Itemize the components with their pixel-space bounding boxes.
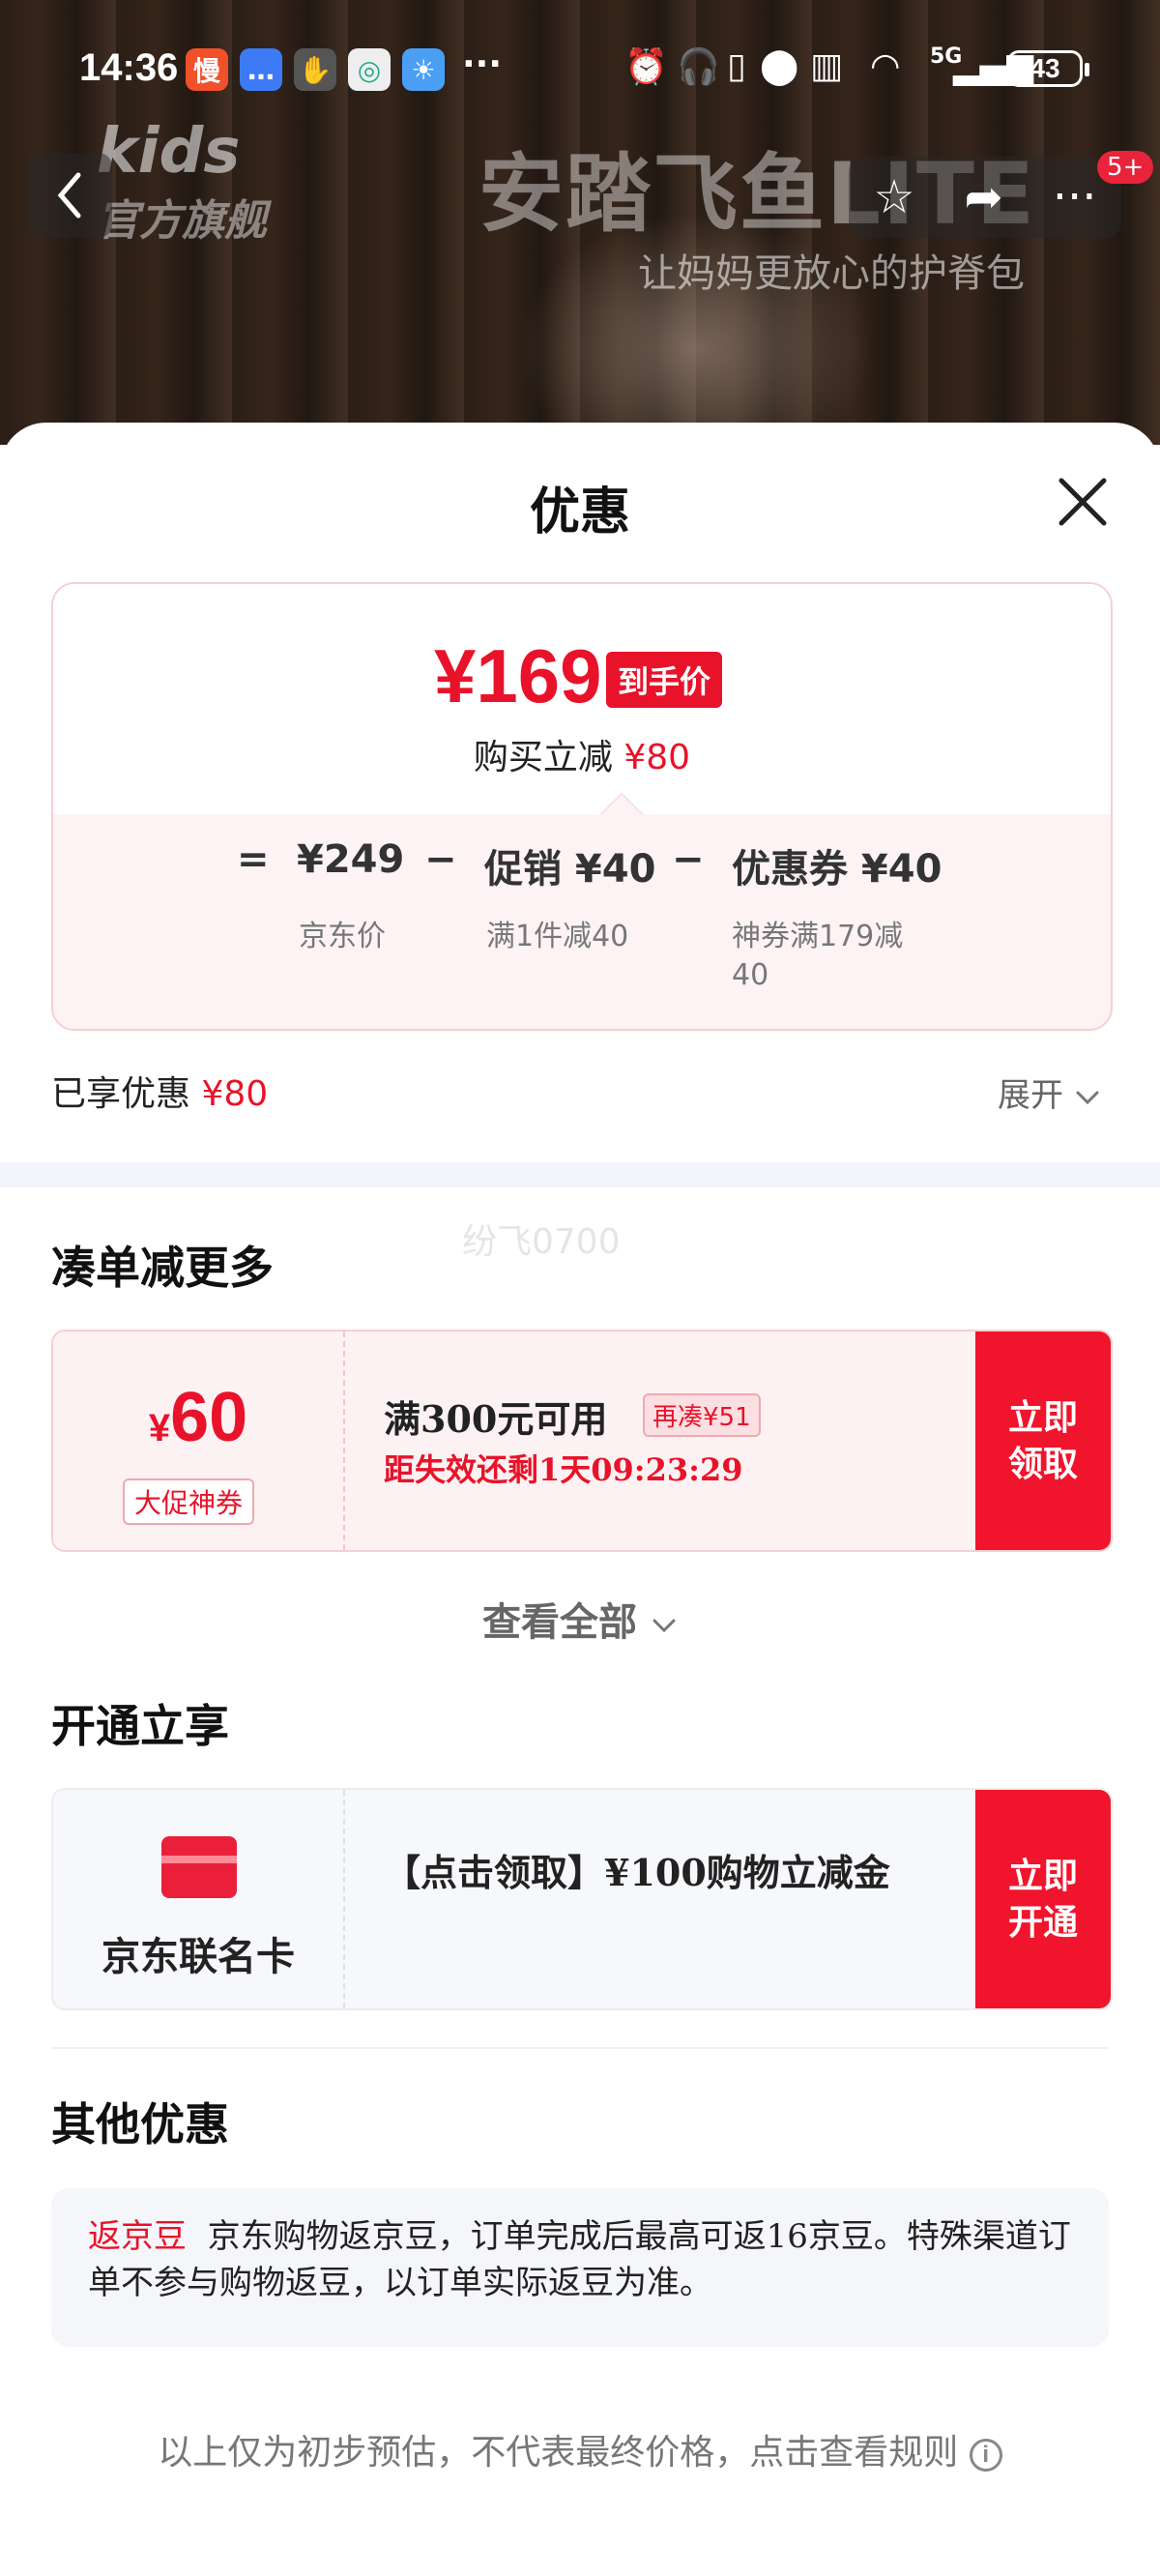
cobrand-card-offer: 京东联名卡 【点击领取】¥100购物立减金 立即 开通 xyxy=(51,1788,1113,2010)
favorite-star-icon[interactable]: ☆ xyxy=(873,170,914,224)
location-icon: ⬤ xyxy=(760,46,799,86)
chevron-down-icon xyxy=(652,1619,676,1633)
minus-sign: − xyxy=(672,837,705,882)
section-heading-other: 其他优惠 xyxy=(51,2098,229,2151)
card-name: 京东联名卡 xyxy=(102,1934,295,1979)
more-icon[interactable]: ··· xyxy=(1053,170,1097,224)
price-rules-link[interactable]: 以上仅为初步预估，不代表最终价格，点击查看规则 i xyxy=(0,2424,1160,2474)
section-heading-open: 开通立享 xyxy=(51,1700,229,1752)
header-actions: ☆ ➦ ··· xyxy=(849,157,1121,238)
coupon-label: 神券满179减 40 xyxy=(732,920,904,992)
enjoyed-amount: ¥80 xyxy=(201,1074,269,1114)
divider-line xyxy=(51,2047,1109,2049)
close-icon[interactable] xyxy=(1054,473,1112,531)
hand-app-icon: ✋ xyxy=(294,48,336,91)
claim-coupon-button[interactable]: 立即 领取 xyxy=(975,1332,1111,1550)
enjoyed-discount: 已享优惠 ¥80 xyxy=(51,1074,269,1114)
promo-label: 满1件减40 xyxy=(486,920,629,953)
jd-price: ¥249 xyxy=(297,837,405,882)
back-button[interactable] xyxy=(27,153,112,238)
section-divider xyxy=(0,1162,1160,1187)
brand-store-label: 官方旗舰 xyxy=(97,196,267,246)
coupon-discount: 优惠券 ¥40 xyxy=(732,847,942,892)
promo-discount: 促销 ¥40 xyxy=(484,847,656,892)
weather-app-icon: ☀ xyxy=(402,48,445,91)
wifi-icon: ◠ xyxy=(870,46,901,86)
minus-sign: − xyxy=(424,837,457,882)
coupon-condition: 满300元可用 xyxy=(384,1397,608,1441)
battery-indicator: 43 xyxy=(1007,50,1089,87)
price-breakdown-card: ¥169 到手价 购买立减 ¥80 = ¥249 − 促销 ¥40 − 优惠券 … xyxy=(51,582,1113,1031)
expand-button[interactable]: 展开 xyxy=(998,1068,1101,1116)
coupon-expiry: 距失效还剩1天09:23:29 xyxy=(384,1451,743,1488)
battery-saver-icon: ▯ xyxy=(727,46,746,86)
instant-reduction: 购买立减 ¥80 xyxy=(473,738,691,777)
jd-beans-text: 京东购物返京豆，订单完成后最高可返16京豆。特殊渠道订单不参与购物返豆，以订单实… xyxy=(88,2217,1071,2302)
final-price-tag: 到手价 xyxy=(606,652,723,708)
coupon-type-tag: 大促神券 xyxy=(123,1478,255,1525)
chevron-left-icon xyxy=(57,172,81,219)
credit-card-icon xyxy=(161,1836,237,1898)
final-price: ¥169 xyxy=(434,633,602,718)
add-more-tag: 再凑¥51 xyxy=(643,1393,761,1437)
card-offer-desc: 【点击领取】¥100购物立减金 xyxy=(384,1851,890,1894)
slow-app-icon: 慢 xyxy=(186,48,228,91)
mobile-app-icon: ◎ xyxy=(348,48,391,91)
alarm-icon: ⏰ xyxy=(624,47,668,87)
chat-app-icon: … xyxy=(240,48,282,91)
discount-sheet: 优惠 ¥169 到手价 购买立减 ¥80 = ¥249 − 促销 ¥40 − 优… xyxy=(0,423,1160,2576)
jd-price-label: 京东价 xyxy=(299,920,386,953)
coupon-amount: ¥60 xyxy=(148,1379,248,1456)
equals-sign: = xyxy=(237,837,270,882)
product-banner-subtitle: 让妈妈更放心的护脊包 xyxy=(638,251,1025,296)
section-heading-combine: 凑单减更多 xyxy=(51,1242,274,1294)
sheet-title: 优惠 xyxy=(529,483,630,542)
share-icon[interactable]: ➦ xyxy=(965,170,1003,224)
status-time: 14:36 xyxy=(79,46,179,89)
info-icon: i xyxy=(969,2439,1002,2472)
view-all-button[interactable]: 查看全部 xyxy=(0,1591,1160,1647)
jd-beans-info: 返京豆 京东购物返京豆，订单完成后最高可返16京豆。特殊渠道订单不参与购物返豆，… xyxy=(51,2188,1109,2347)
more-notifications-icon: ··· xyxy=(462,44,503,84)
chevron-down-icon xyxy=(1076,1091,1099,1104)
open-card-button[interactable]: 立即 开通 xyxy=(975,1790,1111,2008)
brand-kids-logo: kids xyxy=(97,116,241,188)
watermark: 纷飞0700 xyxy=(462,1222,621,1262)
message-count-badge: 5+ xyxy=(1097,151,1154,184)
vibrate-icon: ▥ xyxy=(810,46,844,86)
jd-beans-tag: 返京豆 xyxy=(88,2217,187,2256)
headphone-icon: 🎧 xyxy=(677,47,720,87)
coupon-card: ¥60 大促神券 满300元可用 再凑¥51 距失效还剩1天09:23:29 立… xyxy=(51,1330,1113,1552)
reduction-amount: ¥80 xyxy=(624,738,691,777)
